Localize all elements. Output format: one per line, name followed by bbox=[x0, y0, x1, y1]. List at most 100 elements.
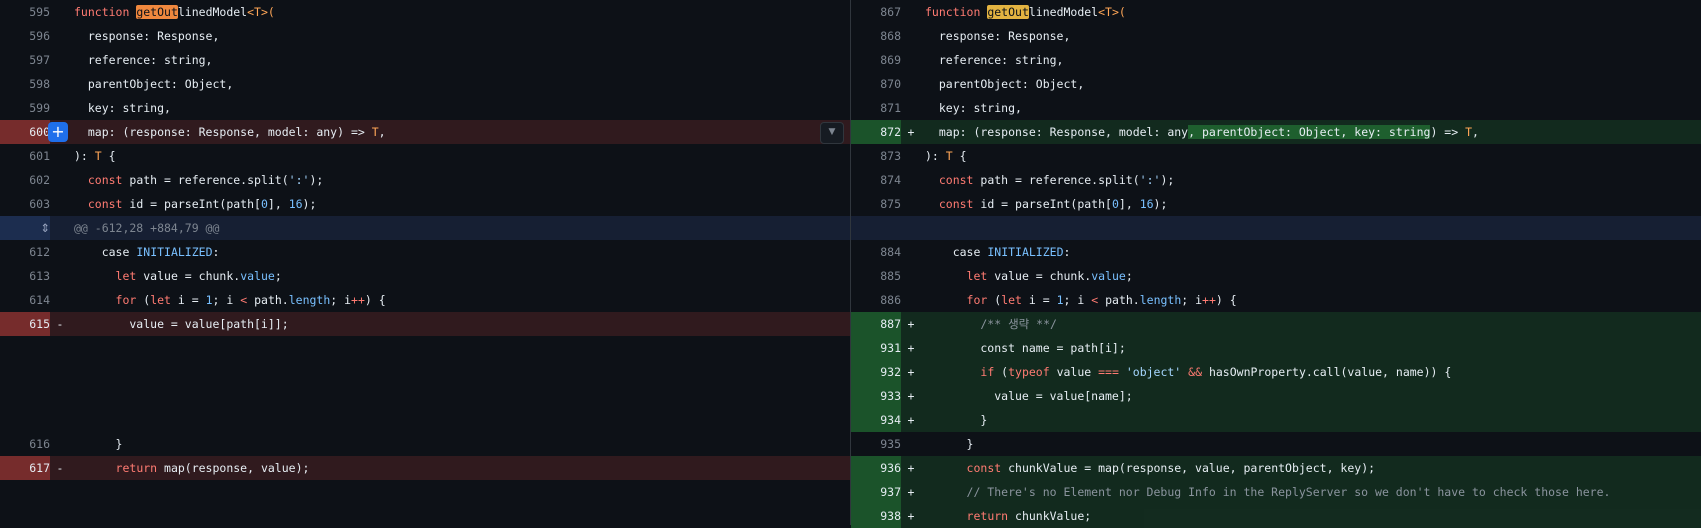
code-line: let value = chunk.value; bbox=[966, 269, 1133, 283]
diff-line-empty bbox=[0, 336, 850, 360]
line-number: 873 bbox=[880, 149, 901, 163]
diff-line: 874 const path = reference.split(':'); bbox=[851, 168, 1701, 192]
code-line: const path = reference.split(':'); bbox=[87, 173, 324, 187]
code-line: } bbox=[925, 437, 974, 451]
diff-marker: + bbox=[907, 389, 915, 403]
line-number: 887 bbox=[880, 317, 901, 331]
code-line: function getOutlinedModel<T>( bbox=[925, 5, 1126, 19]
code-line: key: string, bbox=[74, 101, 171, 115]
diff-line-added: 938 + return chunkValue; bbox=[851, 504, 1701, 528]
code-line: response: Response, bbox=[925, 29, 1071, 43]
left-pane-old: 595 function getOutlinedModel<T>( 596 re… bbox=[0, 0, 850, 528]
line-number: 595 bbox=[29, 5, 50, 19]
diff-line-added: 872 + map: (response: Response, model: a… bbox=[851, 120, 1701, 144]
plus-icon: + bbox=[51, 122, 65, 141]
diff-marker: + bbox=[907, 341, 915, 355]
line-number: 613 bbox=[29, 269, 50, 283]
diff-marker: + bbox=[907, 485, 915, 499]
line-number: 868 bbox=[880, 29, 901, 43]
diff-line-added: 887 + /** 생략 **/ bbox=[851, 312, 1701, 336]
diff-line: 603 const id = parseInt(path[0], 16); bbox=[0, 192, 850, 216]
line-number: 885 bbox=[880, 269, 901, 283]
line-number: 867 bbox=[880, 5, 901, 19]
diff-marker: + bbox=[907, 317, 915, 331]
hunk-header: ⇕ @@ -612,28 +884,79 @@ bbox=[0, 216, 850, 240]
line-number: 601 bbox=[29, 149, 50, 163]
diff-line-deleted: 615 - value = value[path[i]]; bbox=[0, 312, 850, 336]
diff-line: 870 parentObject: Object, bbox=[851, 72, 1701, 96]
diff-line: 596 response: Response, bbox=[0, 24, 850, 48]
line-number: 874 bbox=[880, 173, 901, 187]
diff-line: 616 } bbox=[0, 432, 850, 456]
diff-line: 602 const path = reference.split(':'); bbox=[0, 168, 850, 192]
line-number: 932 bbox=[880, 365, 901, 379]
code-line: map: (response: Response, model: any) =>… bbox=[74, 125, 386, 139]
inline-change-highlight: , parentObject: Object, key: string bbox=[1188, 125, 1431, 139]
diff-line-added: 934 + } bbox=[851, 408, 1701, 432]
code-line: value = value[name]; bbox=[925, 389, 1133, 403]
right-pane-new: 867 function getOutlinedModel<T>( 868 re… bbox=[850, 0, 1701, 528]
diff-marker: - bbox=[56, 461, 64, 475]
diff-line: 599 key: string, bbox=[0, 96, 850, 120]
code-line: } bbox=[74, 437, 123, 451]
code-line: return chunkValue; bbox=[966, 509, 1092, 523]
diff-line-added: 936 + const chunkValue = map(response, v… bbox=[851, 456, 1701, 480]
expand-lines-icon[interactable]: ⇕ bbox=[0, 216, 50, 240]
code-line: response: Response, bbox=[74, 29, 220, 43]
diff-line-deleted: 617 - return map(response, value); bbox=[0, 456, 850, 480]
diff-line: 868 response: Response, bbox=[851, 24, 1701, 48]
diff-marker: + bbox=[907, 125, 915, 139]
line-number: 615 bbox=[29, 317, 50, 331]
code-line: return map(response, value); bbox=[115, 461, 310, 475]
code-line: parentObject: Object, bbox=[925, 77, 1085, 91]
code-line: const id = parseInt(path[0], 16); bbox=[87, 197, 317, 211]
line-number: 870 bbox=[880, 77, 901, 91]
add-comment-button[interactable]: + bbox=[48, 122, 68, 142]
diff-line: 612 case INITIALIZED: bbox=[0, 240, 850, 264]
code-line: /** 생략 **/ bbox=[925, 317, 1057, 331]
diff-line-empty bbox=[0, 408, 850, 432]
hunk-header-text: @@ -612,28 +884,79 @@ bbox=[74, 221, 220, 235]
diff-line: 614 for (let i = 1; i < path.length; i++… bbox=[0, 288, 850, 312]
diff-line-added: 933 + value = value[name]; bbox=[851, 384, 1701, 408]
line-number: 602 bbox=[29, 173, 50, 187]
code-line: reference: string, bbox=[925, 53, 1064, 67]
diff-marker: + bbox=[907, 413, 915, 427]
code-line: ): T { bbox=[74, 149, 116, 163]
diff-line-added: 932 + if (typeof value === 'object' && h… bbox=[851, 360, 1701, 384]
diff-line: 597 reference: string, bbox=[0, 48, 850, 72]
line-number: 934 bbox=[880, 413, 901, 427]
diff-marker: + bbox=[907, 365, 915, 379]
line-number: 938 bbox=[880, 509, 901, 523]
diff-line-empty bbox=[0, 504, 850, 528]
line-number: 617 bbox=[29, 461, 50, 475]
diff-line: 871 key: string, bbox=[851, 96, 1701, 120]
diff-marker: + bbox=[907, 509, 915, 523]
diff-line: 886 for (let i = 1; i < path.length; i++… bbox=[851, 288, 1701, 312]
line-number: 600 bbox=[29, 125, 50, 139]
search-highlight: getOut bbox=[136, 5, 178, 19]
code-line: } bbox=[925, 413, 988, 427]
line-number: 612 bbox=[29, 245, 50, 259]
code-line: case INITIALIZED: bbox=[101, 245, 220, 259]
code-line: case INITIALIZED: bbox=[952, 245, 1071, 259]
line-number: 937 bbox=[880, 485, 901, 499]
line-number: 614 bbox=[29, 293, 50, 307]
diff-line-empty bbox=[0, 384, 850, 408]
code-line: const path = reference.split(':'); bbox=[938, 173, 1175, 187]
search-highlight: getOut bbox=[987, 5, 1029, 19]
code-line: key: string, bbox=[925, 101, 1022, 115]
line-number: 597 bbox=[29, 53, 50, 67]
chevron-down-icon: ▼ bbox=[828, 127, 836, 137]
diff-line: 873 ): T { bbox=[851, 144, 1701, 168]
split-diff-view: 595 function getOutlinedModel<T>( 596 re… bbox=[0, 0, 1701, 528]
diff-line-added: 931 + const name = path[i]; bbox=[851, 336, 1701, 360]
diff-line: 875 const id = parseInt(path[0], 16); bbox=[851, 192, 1701, 216]
line-number: 886 bbox=[880, 293, 901, 307]
line-number: 872 bbox=[880, 125, 901, 139]
diff-line: 601 ): T { bbox=[0, 144, 850, 168]
expand-menu-button[interactable]: ▼ bbox=[820, 122, 844, 144]
diff-marker: - bbox=[56, 317, 64, 331]
diff-line: 935 } bbox=[851, 432, 1701, 456]
code-line: for (let i = 1; i < path.length; i++) { bbox=[115, 293, 386, 307]
